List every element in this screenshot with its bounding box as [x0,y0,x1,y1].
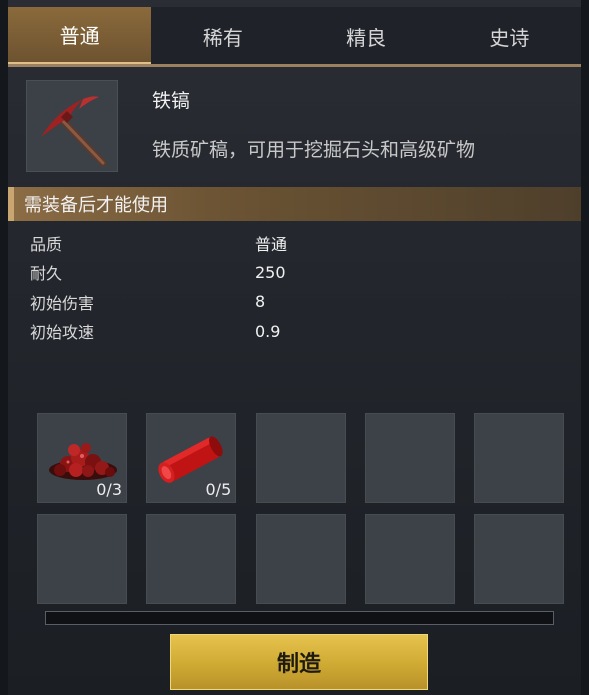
requirement-banner: 需装备后才能使用 [8,187,581,221]
material-grid: 0/3 0/5 [37,413,564,604]
tab-epic[interactable]: 史诗 [438,7,581,65]
tab-fine[interactable]: 精良 [295,7,438,65]
craft-progress-bar [45,611,554,625]
stat-row-quality: 品质 普通 [30,228,550,258]
stat-label: 品质 [30,234,63,254]
tab-divider [8,64,581,67]
stat-value: 250 [255,262,286,282]
stat-row-damage: 初始伤害 8 [30,287,550,317]
material-slot-9[interactable] [364,514,455,604]
stat-value: 普通 [255,234,288,254]
material-slot-2[interactable]: 0/5 [146,413,237,503]
pickaxe-icon [41,96,107,167]
tab-common[interactable]: 普通 [8,7,152,65]
stat-label: 耐久 [30,264,63,284]
stat-value: 0.9 [255,321,281,341]
stat-value: 8 [255,292,266,312]
material-slot-6[interactable] [37,514,127,604]
item-icon-slot [26,80,118,172]
stat-label: 初始伤害 [30,293,95,313]
craft-button[interactable]: 制造 [170,634,428,690]
stat-label: 初始攻速 [30,323,95,343]
material-slot-5[interactable] [474,413,564,503]
item-name: 铁镐 [152,90,191,112]
material-slot-1[interactable]: 0/3 [37,413,127,503]
material-slot-7[interactable] [146,514,237,604]
material-count: 0/5 [205,480,232,499]
material-slot-8[interactable] [255,514,346,604]
material-slot-4[interactable] [364,413,455,503]
material-slot-3[interactable] [255,413,346,503]
material-count: 0/3 [96,480,122,499]
stats-list: 品质 普通 耐久 250 初始伤害 8 初始攻速 0.9 [30,228,550,346]
item-description: 铁质矿稿，可用于挖掘石头和高级矿物 [152,139,476,161]
tab-rare[interactable]: 稀有 [151,7,294,65]
material-slot-10[interactable] [474,514,564,604]
stat-row-durability: 耐久 250 [30,258,550,288]
rarity-tabs: 普通 稀有 精良 史诗 [8,7,581,65]
stat-row-attack-speed: 初始攻速 0.9 [30,317,550,347]
